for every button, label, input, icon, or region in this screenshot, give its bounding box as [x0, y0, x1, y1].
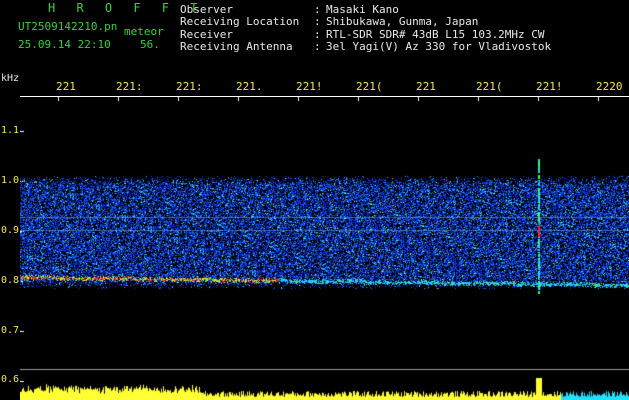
x-tick-4: 221. [236, 80, 263, 93]
x-tick-2: 221: [116, 80, 143, 93]
location-value: Shibukawa, Gunma, Japan [326, 15, 479, 29]
antenna-label: Receiving Antenna [180, 39, 293, 53]
x-tick-1: 221 [56, 80, 76, 93]
x-tick-9: 221! [536, 80, 563, 93]
y-tick-4: 0.8 [1, 275, 20, 286]
info-colons: :::: [314, 3, 321, 53]
mode-label: meteor [124, 25, 164, 38]
y-tick-5: 0.7 [1, 325, 20, 336]
info-values: Masaki Kano Shibukawa, Gunma, Japan RTL-… [326, 3, 552, 53]
file-name: UT2509142210.pn [18, 20, 118, 33]
seconds-label: 56. [140, 38, 160, 51]
date-time: 25.09.14 22:10 [18, 38, 111, 51]
info-labels: Observer Receiving Location Receiver Rec… [180, 3, 300, 53]
location-label: Receiving Location [180, 15, 300, 29]
x-tick-10: 2220 [596, 80, 623, 93]
spectrogram-canvas [20, 97, 629, 400]
x-tick-8: 221( [476, 80, 503, 93]
y-tick-2: 1.0 [1, 175, 20, 186]
x-tick-7: 221 [416, 80, 436, 93]
x-tick-3: 221: [176, 80, 203, 93]
spectrogram-plot [20, 97, 629, 400]
y-tick-6: 0.6 [1, 374, 20, 385]
x-tick-5: 221! [296, 80, 323, 93]
y-tick-1: 1.1 [1, 125, 20, 136]
x-tick-6: 221( [356, 80, 383, 93]
antenna-value: 3el Yagi(V) Az 330 for Vladivostok [326, 39, 552, 53]
axis-unit-label: kHz [1, 73, 20, 84]
y-tick-3: 0.9 [1, 225, 20, 236]
